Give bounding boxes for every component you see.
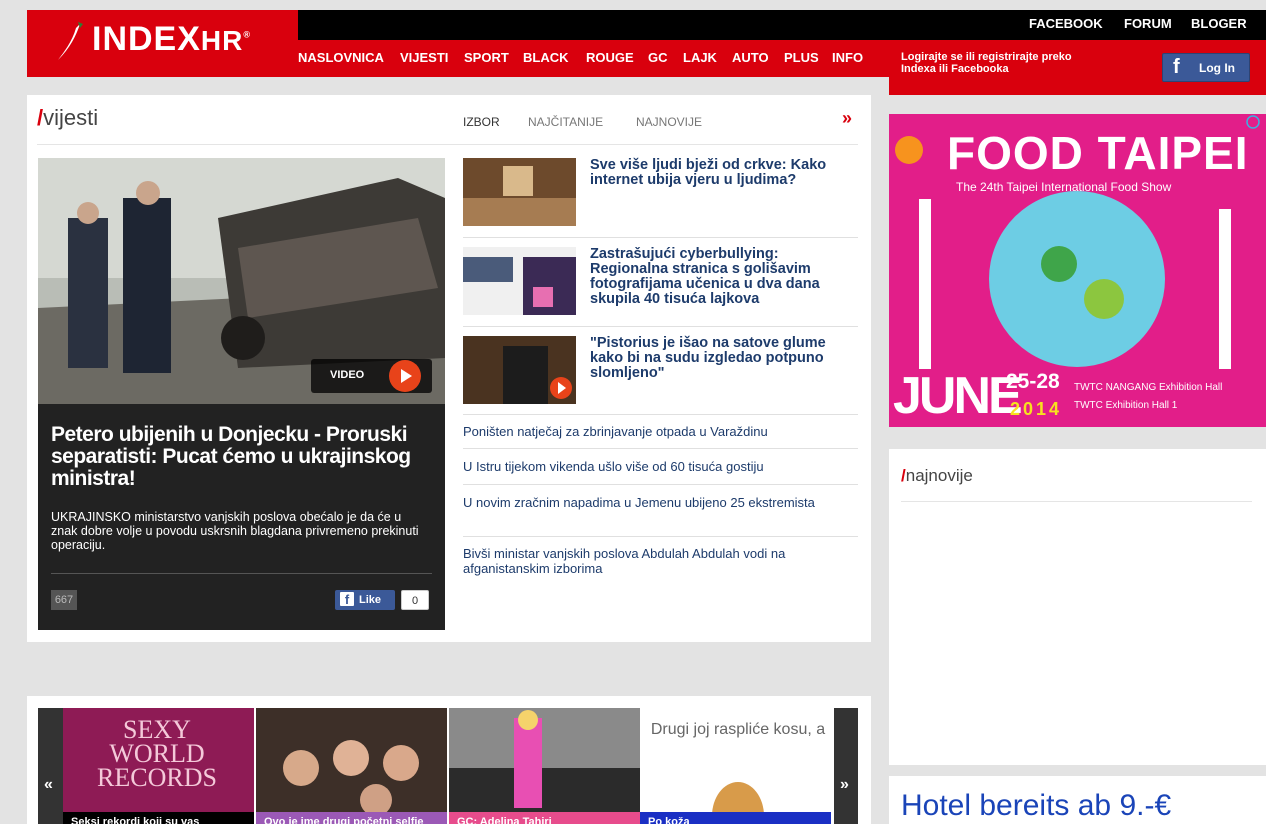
gallery-item[interactable]: Drugi joj raspliće kosu, a Po koža [640, 708, 831, 824]
news-link[interactable]: Poništen natječaj za zbrinjavanje otpada… [463, 424, 848, 439]
gallery-item[interactable]: Ovo je ime drugi početni selfie [256, 708, 447, 824]
login-text[interactable]: Logirajte se ili registrirajte preko Ind… [901, 51, 1101, 75]
top-link-forum[interactable]: FORUM [1124, 16, 1172, 31]
top-bar [298, 10, 1266, 40]
story-thumbnail[interactable] [463, 247, 576, 315]
chevron-left-icon: « [44, 776, 53, 793]
divider [463, 326, 858, 327]
nav-plus[interactable]: PLUS [784, 50, 819, 65]
nav-vijesti[interactable]: VIJESTI [400, 50, 448, 65]
tab-izbor[interactable]: IZBOR [463, 115, 500, 129]
gallery-item[interactable]: GC: Adelina Tahiri [449, 708, 640, 824]
divider [463, 237, 858, 238]
logo-text: INDEX [92, 20, 201, 58]
main-story-description: UKRAJINSKO ministarstvo vanjskih poslova… [51, 510, 419, 552]
logo[interactable]: INDEXHR® [92, 20, 251, 59]
ad-subline: The 24th Taipei International Food Show [956, 180, 1172, 194]
pistorius-photo [463, 336, 576, 404]
ad-venue-1: TWTC NANGANG Exhibition Hall [1074, 382, 1223, 393]
story-thumbnail[interactable] [463, 336, 576, 404]
ad-month: JUNE [893, 367, 1023, 425]
divider [463, 536, 858, 537]
gallery-caption: GC: Adelina Tahiri [449, 812, 640, 824]
divider [37, 144, 858, 145]
gallery-caption: Po koža [640, 812, 831, 824]
divider [901, 501, 1252, 502]
main-story-title[interactable]: Petero ubijenih u Donjecku - Proruski se… [51, 424, 431, 490]
facebook-like-button[interactable]: f Like [335, 590, 395, 610]
gallery-caption: Seksi rekordi koji su vas [63, 812, 254, 824]
divider [463, 448, 858, 449]
gallery-overlay-text: Drugi joj raspliće kosu, a [650, 721, 826, 738]
gallery-overlay-text: SEXY WORLD RECORDS [97, 715, 217, 792]
video-label: VIDEO [330, 369, 365, 381]
nav-black[interactable]: BLACK [523, 50, 569, 65]
gallery-photo [449, 708, 640, 812]
top-link-bloger[interactable]: BLOGER [1191, 16, 1247, 31]
gallery-caption: Ovo je ime drugi početni selfie [256, 812, 447, 824]
more-arrow-icon[interactable]: » [842, 108, 852, 129]
side-story-title[interactable]: Sve više ljudi bježi od crkve: Kako inte… [590, 158, 850, 188]
logo-suffix: HR [200, 25, 244, 56]
ad-headline: FOOD TAIPEI [947, 127, 1249, 179]
tab-najcitanije[interactable]: NAJČITANIJE [528, 115, 603, 129]
najnovije-title[interactable]: /najnovije [901, 466, 973, 486]
facebook-icon: f [1173, 56, 1180, 78]
nav-info[interactable]: INFO [832, 50, 863, 65]
facebook-login-button[interactable]: f Log In [1162, 53, 1250, 82]
ad-year: 2014 [1010, 399, 1063, 419]
ad-venue-2: TWTC Exhibition Hall 1 [1074, 400, 1178, 411]
comment-count[interactable]: 667 [51, 590, 77, 610]
login-button-label: Log In [1199, 61, 1235, 75]
nav-lajk[interactable]: LAJK [683, 50, 717, 65]
tab-najnovije[interactable]: NAJNOVIJE [636, 115, 702, 129]
side-story-title[interactable]: Zastrašujući cyberbullying: Regionalna s… [590, 247, 850, 316]
chevron-right-icon: » [840, 776, 849, 793]
gallery-photo [256, 708, 447, 816]
egg-image [712, 782, 764, 816]
section-title-text: vijesti [43, 105, 99, 130]
nav-naslovnica[interactable]: NASLOVNICA [298, 50, 384, 65]
ad-dates: 25-28 [1006, 370, 1060, 393]
chili-logo-icon [58, 22, 83, 60]
like-count: 0 [401, 590, 429, 610]
news-link[interactable]: U Istru tijekom vikenda ušlo više od 60 … [463, 459, 848, 474]
divider [463, 484, 858, 485]
gallery-prev-button[interactable]: « [38, 708, 63, 824]
food-taipei-ad[interactable]: FOOD TAIPEI The 24th Taipei Internationa… [889, 114, 1266, 427]
screenshot-photo [463, 247, 576, 315]
story-thumbnail[interactable] [463, 158, 576, 226]
news-link[interactable]: U novim zračnim napadima u Jemenu ubijen… [463, 495, 848, 510]
najnovije-section [889, 449, 1266, 765]
gallery-next-button[interactable]: » [834, 708, 858, 824]
news-link[interactable]: Bivši ministar vanjskih poslova Abdulah … [463, 546, 848, 576]
divider [51, 573, 432, 574]
najnovije-title-text: najnovije [905, 466, 973, 485]
nav-rouge[interactable]: ROUGE [586, 50, 634, 65]
top-link-facebook[interactable]: FACEBOOK [1029, 16, 1103, 31]
church-photo [463, 158, 576, 226]
nav-gc[interactable]: GC [648, 50, 668, 65]
nav-sport[interactable]: SPORT [464, 50, 509, 65]
gallery-item[interactable]: SEXY WORLD RECORDS Seksi rekordi koji su… [63, 708, 254, 824]
hotel-ad-text[interactable]: Hotel bereits ab 9.-€ [901, 789, 1171, 823]
side-story-title[interactable]: "Pistorius je išao na satove glume kako … [590, 336, 850, 381]
section-title[interactable]: /vijesti [37, 105, 98, 131]
divider [463, 414, 858, 415]
facebook-icon: f [340, 592, 354, 607]
nav-auto[interactable]: AUTO [732, 50, 769, 65]
like-label: Like [359, 594, 382, 606]
play-icon[interactable] [389, 360, 421, 392]
